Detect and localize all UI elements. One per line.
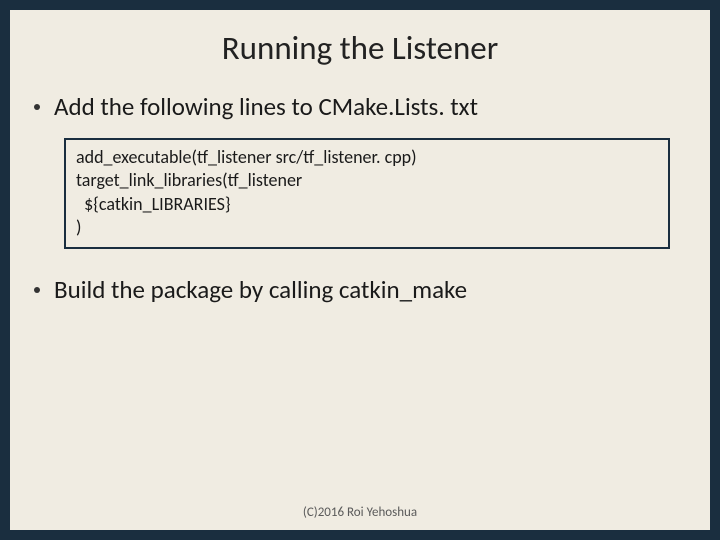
bullet-text: Add the following lines to CMake.Lists. … bbox=[54, 90, 478, 124]
code-line: ${catkin_LIBRARIES} bbox=[76, 193, 658, 216]
code-line: ) bbox=[76, 216, 658, 239]
code-line: add_executable(tf_listener src/tf_listen… bbox=[76, 146, 658, 169]
bullet-item: Build the package by calling catkin_make bbox=[10, 273, 710, 307]
bullet-dot-icon bbox=[34, 287, 40, 293]
bullet-item: Add the following lines to CMake.Lists. … bbox=[10, 90, 710, 124]
slide-title: Running the Listener bbox=[10, 28, 710, 68]
bullet-dot-icon bbox=[34, 104, 40, 110]
bullet-text: Build the package by calling catkin_make bbox=[54, 273, 467, 307]
code-block: add_executable(tf_listener src/tf_listen… bbox=[64, 138, 670, 250]
slide: Running the Listener Add the following l… bbox=[10, 10, 710, 530]
code-line: target_link_libraries(tf_listener bbox=[76, 169, 658, 192]
slide-footer: (C)2016 Roi Yehoshua bbox=[10, 505, 710, 520]
